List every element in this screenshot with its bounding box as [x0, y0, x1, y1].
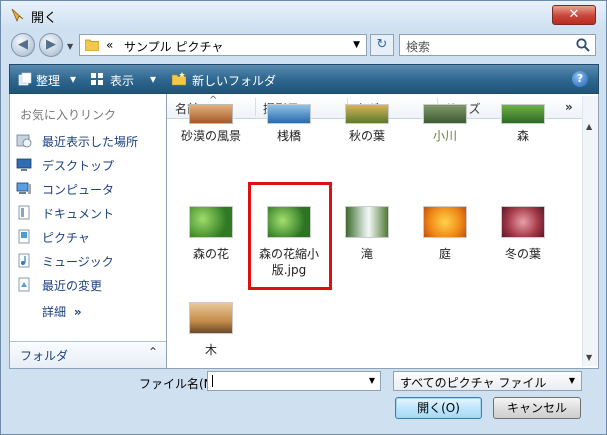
views-icon — [91, 73, 103, 85]
navigation-pane: お気に入りリンク 最近表示した場所 デスクトップ コンピュータ ドキュメント ピ… — [9, 94, 167, 369]
file-label: 小川 — [432, 129, 457, 143]
thumbnail — [423, 206, 467, 238]
thumbnail — [345, 104, 389, 124]
back-button[interactable]: ◀ — [11, 33, 35, 57]
cancel-button[interactable]: キャンセル — [493, 397, 581, 419]
sidebar-item-recent-changes[interactable]: 最近の変更 — [16, 276, 161, 294]
sidebar-item-pictures[interactable]: ピクチャ — [16, 228, 161, 246]
favorite-links-header: お気に入りリンク — [20, 108, 117, 122]
file-label: 滝 — [360, 247, 373, 261]
file-label: 木 — [204, 343, 217, 357]
more-links-label: 詳細 — [42, 305, 67, 319]
close-button[interactable]: ✕ — [552, 5, 596, 25]
history-dropdown-icon[interactable]: ▼ — [67, 42, 73, 51]
scroll-down-icon[interactable]: ▼ — [586, 353, 592, 362]
text-caret — [212, 375, 213, 387]
selection-highlight — [248, 182, 332, 290]
sidebar-item-computer[interactable]: コンピュータ — [16, 180, 161, 198]
thumbnail — [267, 104, 311, 124]
folder-icon — [85, 39, 99, 51]
search-input[interactable]: 検索 — [399, 34, 596, 56]
breadcrumb-chevron[interactable]: « — [106, 38, 113, 52]
file-label: 庭 — [438, 247, 451, 261]
vertical-scrollbar[interactable]: ▲ ▼ — [582, 96, 598, 366]
new-folder-button[interactable]: 新しいフォルダ — [192, 72, 276, 89]
file-label: 桟橋 — [276, 129, 301, 143]
sidebar-item-label: 最近表示した場所 — [42, 135, 139, 149]
help-icon[interactable]: ? — [572, 71, 588, 87]
filename-input[interactable]: ▼ — [207, 371, 381, 391]
thumbnail — [423, 104, 467, 124]
folders-label: フォルダ — [20, 349, 69, 363]
pictures-icon — [18, 229, 30, 244]
file-label: 秋の葉 — [348, 129, 385, 143]
sidebar-item-label: ミュージック — [42, 255, 114, 269]
thumbnail — [189, 104, 233, 124]
sidebar-item-label: ドキュメント — [42, 207, 115, 221]
thumbnail — [189, 302, 233, 334]
new-folder-icon — [172, 72, 186, 86]
views-button[interactable]: 表示 — [110, 72, 134, 89]
organize-dropdown-icon[interactable]: ▾ — [70, 72, 76, 86]
title-bar: 開く ✕ — [1, 1, 606, 29]
folders-toggle[interactable]: フォルダ ⌃ — [10, 341, 166, 368]
address-row: ◀ ▶ ▼ « サンプル ピクチャ ▼ ↻ 検索 — [1, 31, 606, 61]
open-dialog-icon — [11, 8, 24, 23]
window-title: 開く — [31, 11, 58, 26]
sidebar-item-music[interactable]: ミュージック — [16, 252, 161, 270]
search-icon[interactable] — [575, 37, 591, 53]
double-chevron-icon: » — [73, 305, 82, 319]
file-list-pane: 名前 ^ 撮影日 タグ サイズ » ▲ ▼ 砂漠の風景 桟橋 秋の葉 — [167, 94, 599, 369]
file-label: 砂漠の風景 — [180, 129, 241, 143]
column-separator[interactable] — [255, 98, 256, 116]
more-links-button[interactable]: 詳細 » — [42, 303, 82, 320]
sidebar-item-recent-places[interactable]: 最近表示した場所 — [16, 132, 161, 150]
documents-icon — [18, 205, 30, 220]
sidebar-item-label: デスクトップ — [42, 159, 115, 173]
open-button[interactable]: 開く(O) — [395, 397, 482, 419]
recent-changes-icon — [18, 277, 30, 292]
music-icon — [18, 253, 30, 268]
file-label: 冬の葉 — [504, 247, 541, 261]
thumbnail — [501, 104, 545, 124]
computer-icon — [16, 182, 31, 194]
sidebar-item-label: コンピュータ — [42, 183, 115, 197]
file-type-dropdown-icon: ▼ — [568, 376, 575, 385]
search-placeholder: 検索 — [406, 40, 431, 54]
breadcrumb-current[interactable]: サンプル ピクチャ — [124, 38, 223, 55]
file-type-value: すべてのピクチャ ファイル — [400, 376, 547, 390]
address-dropdown-icon[interactable]: ▼ — [353, 40, 360, 50]
sidebar-item-documents[interactable]: ドキュメント — [16, 204, 161, 222]
filename-dropdown-icon[interactable]: ▼ — [369, 376, 375, 385]
scroll-up-icon[interactable]: ▲ — [586, 122, 592, 131]
sidebar-item-label: ピクチャ — [42, 231, 90, 245]
thumbnail — [345, 206, 389, 238]
file-label: 森の花 — [192, 247, 229, 261]
desktop-icon — [16, 158, 32, 171]
thumbnail — [189, 206, 233, 238]
forward-button[interactable]: ▶ — [39, 33, 63, 57]
organize-button[interactable]: 整理 — [36, 72, 60, 89]
more-columns-icon[interactable]: » — [565, 100, 573, 114]
recent-places-icon — [16, 134, 32, 148]
organize-icon — [18, 72, 32, 86]
sidebar-item-desktop[interactable]: デスクトップ — [16, 156, 161, 174]
command-bar: 整理 ▾ 表示 ▾ 新しいフォルダ ? — [9, 64, 599, 94]
file-label: 森 — [516, 129, 529, 143]
address-bar[interactable]: « サンプル ピクチャ ▼ — [79, 34, 367, 56]
chevron-up-icon: ⌃ — [147, 345, 158, 359]
thumbnail — [501, 206, 545, 238]
views-dropdown-icon[interactable]: ▾ — [150, 72, 156, 86]
sidebar-item-label: 最近の変更 — [42, 279, 103, 293]
refresh-button[interactable]: ↻ — [370, 34, 394, 56]
open-file-dialog: 開く ✕ ◀ ▶ ▼ « サンプル ピクチャ ▼ ↻ 検索 整理 ▾ 表示 ▾ … — [0, 0, 607, 435]
file-type-select[interactable]: すべてのピクチャ ファイル ▼ — [393, 371, 582, 391]
